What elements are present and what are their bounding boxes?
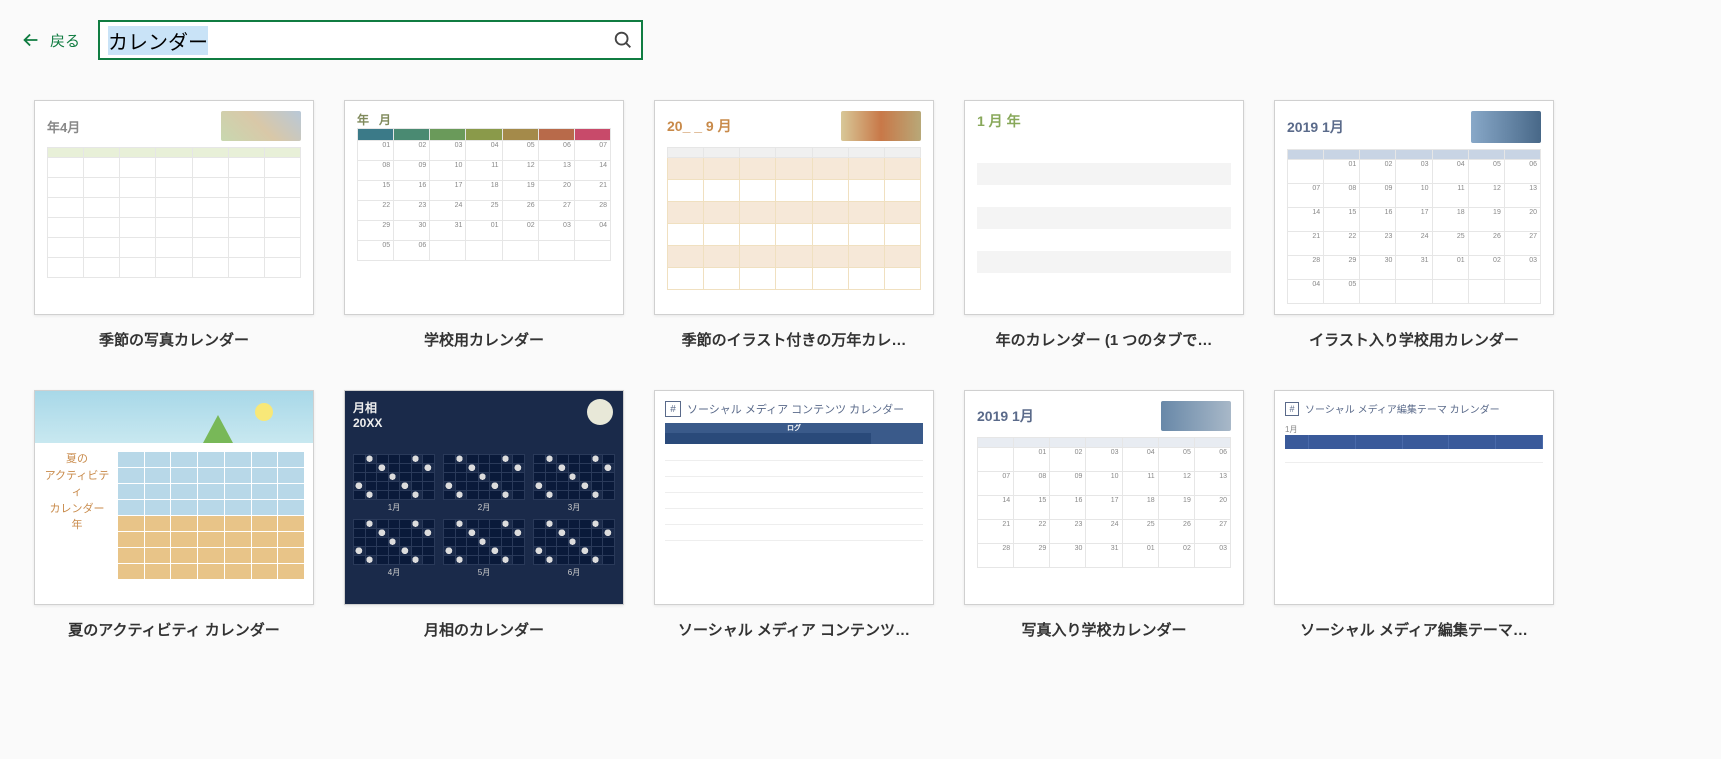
- preview-image-placeholder: [1161, 401, 1231, 431]
- template-card[interactable]: 2019 1月 01020304050607080910111213141516…: [964, 390, 1244, 640]
- search-button[interactable]: [605, 22, 641, 58]
- preview-month-grid: 1月2月3月4月5月6月: [353, 454, 615, 578]
- template-card[interactable]: 2019 1月 01020304050607080910111213141516…: [1274, 100, 1554, 350]
- search-icon: [612, 29, 634, 51]
- template-title: 月相のカレンダー: [424, 619, 544, 640]
- header: 戻る: [0, 0, 1721, 70]
- preview-image-placeholder: [221, 111, 301, 141]
- template-card[interactable]: # ソーシャル メディア編集テーマ カレンダー 1月 ソーシャル メディア編集テ…: [1274, 390, 1554, 640]
- search-box: [98, 20, 643, 60]
- preview-heading: ソーシャル メディア編集テーマ カレンダー: [1305, 401, 1500, 416]
- preview-heading: 2019 1月: [1287, 117, 1344, 137]
- template-thumbnail: 2019 1月 01020304050607080910111213141516…: [964, 390, 1244, 605]
- template-title: 季節の写真カレンダー: [99, 329, 249, 350]
- template-thumbnail: 2019 1月 01020304050607080910111213141516…: [1274, 100, 1554, 315]
- template-title: 年のカレンダー (1 つのタブで…: [996, 329, 1213, 350]
- preview-heading: 年4月: [47, 117, 80, 136]
- template-title: 夏のアクティビティ カレンダー: [68, 619, 280, 640]
- template-card[interactable]: 月相20XX 1月2月3月4月5月6月 月相のカレンダー: [344, 390, 624, 640]
- preview-side-text: 夏の アクティビティ カレンダー 年: [43, 451, 111, 580]
- template-title: 季節のイラスト付きの万年カレ…: [682, 329, 907, 350]
- template-grid: 年4月 季節の写真カレンダー 年 月 01020304050607 080910…: [0, 70, 1721, 670]
- template-title: イラスト入り学校用カレンダー: [1309, 329, 1519, 350]
- preview-heading: 2019 1月: [977, 406, 1034, 426]
- preview-image-placeholder: [1471, 111, 1541, 143]
- template-thumbnail: 年4月: [34, 100, 314, 315]
- hash-icon: #: [1285, 402, 1299, 416]
- preview-image-placeholder: [841, 111, 921, 141]
- hash-icon: #: [665, 401, 681, 417]
- template-title: ソーシャル メディア編集テーマ…: [1300, 619, 1528, 640]
- preview-heading: 20_ _ 9 月: [667, 116, 732, 136]
- template-title: 写真入り学校カレンダー: [1021, 619, 1186, 640]
- back-button[interactable]: 戻る: [20, 29, 80, 51]
- template-thumbnail: # ソーシャル メディア編集テーマ カレンダー 1月: [1274, 390, 1554, 605]
- search-input[interactable]: [100, 25, 605, 56]
- template-thumbnail: 1 月 年: [964, 100, 1244, 315]
- template-card[interactable]: # ソーシャル メディア コンテンツ カレンダー ログ ソーシャル メディア コ…: [654, 390, 934, 640]
- template-thumbnail: 20_ _ 9 月: [654, 100, 934, 315]
- template-thumbnail: 年 月 01020304050607 08091011121314 151617…: [344, 100, 624, 315]
- template-card[interactable]: 年 月 01020304050607 08091011121314 151617…: [344, 100, 624, 350]
- moon-icon: [587, 399, 613, 425]
- preview-heading: ソーシャル メディア コンテンツ カレンダー: [687, 401, 904, 417]
- back-label: 戻る: [50, 30, 80, 51]
- preview-calendar: 0102030405060708091011121314151617181920…: [1287, 149, 1541, 304]
- template-title: ソーシャル メディア コンテンツ…: [678, 619, 910, 640]
- template-card[interactable]: 年4月 季節の写真カレンダー: [34, 100, 314, 350]
- template-thumbnail: 月相20XX 1月2月3月4月5月6月: [344, 390, 624, 605]
- preview-heading: 1 月 年: [977, 111, 1231, 131]
- template-card[interactable]: 1 月 年 年のカレンダー (1 つのタブで…: [964, 100, 1244, 350]
- template-thumbnail: 夏の アクティビティ カレンダー 年: [34, 390, 314, 605]
- preview-sky-illustration: [35, 391, 313, 443]
- template-card[interactable]: 夏の アクティビティ カレンダー 年 夏のアクティビティ カレンダー: [34, 390, 314, 640]
- arrow-left-icon: [20, 29, 42, 51]
- template-thumbnail: # ソーシャル メディア コンテンツ カレンダー ログ: [654, 390, 934, 605]
- template-title: 学校用カレンダー: [424, 329, 544, 350]
- template-card[interactable]: 20_ _ 9 月 季節のイラスト付きの万年カレ…: [654, 100, 934, 350]
